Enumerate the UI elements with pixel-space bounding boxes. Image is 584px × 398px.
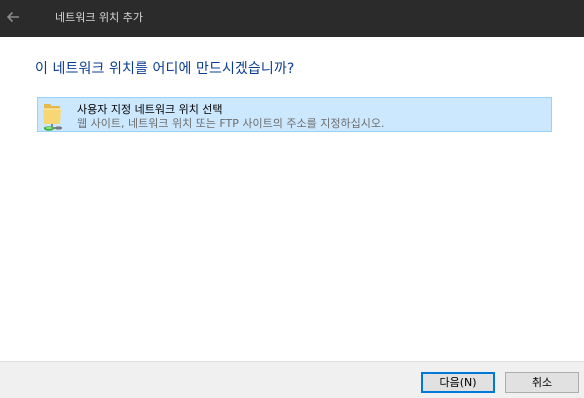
title-bar: 네트워크 위치 추가 bbox=[0, 0, 584, 37]
custom-network-location-option[interactable]: 사용자 지정 네트워크 위치 선택 웹 사이트, 네트워크 위치 또는 FTP … bbox=[37, 97, 552, 132]
option-description: 웹 사이트, 네트워크 위치 또는 FTP 사이트의 주소를 지정하십시오. bbox=[77, 117, 385, 130]
window-title: 네트워크 위치 추가 bbox=[55, 11, 143, 24]
back-arrow-icon[interactable] bbox=[4, 8, 22, 26]
network-folder-icon bbox=[40, 101, 66, 131]
cancel-button[interactable]: 취소 bbox=[505, 372, 579, 393]
page-heading: 이 네트워크 위치를 어디에 만드시겠습니까? bbox=[35, 61, 295, 77]
next-button[interactable]: 다음(N) bbox=[421, 372, 495, 393]
dialog-footer: 다음(N) 취소 bbox=[0, 361, 584, 398]
